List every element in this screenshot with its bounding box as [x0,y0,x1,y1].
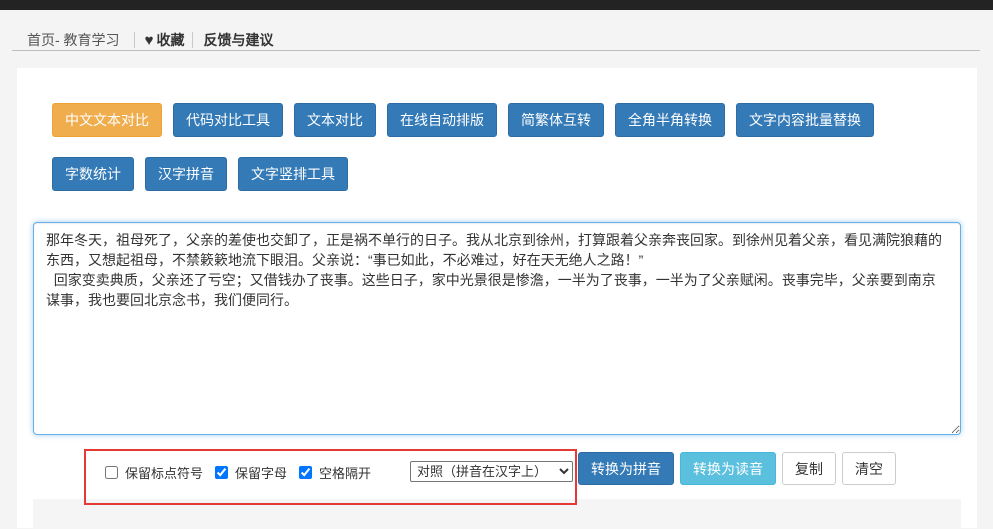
tool-button-simplified-traditional[interactable]: 简繁体互转 [508,103,604,137]
space-separated-label[interactable]: 空格隔开 [319,463,371,482]
convert-to-pinyin-button[interactable]: 转换为拼音 [578,452,674,485]
space-separated-checkbox[interactable] [299,465,313,479]
tool-button-chinese-text-compare[interactable]: 中文文本对比 [52,103,162,137]
keep-punctuation-checkbox[interactable] [105,465,118,479]
tool-button-text-compare[interactable]: 文本对比 [294,103,376,137]
conversion-options: 保留标点符号 保留字母 空格隔开 [105,463,383,481]
favorite-link[interactable]: 收藏 [145,30,185,50]
tool-nav-row-1: 中文文本对比 代码对比工具 文本对比 在线自动排版 简繁体互转 全角半角转换 文… [52,103,885,137]
feedback-link[interactable]: 反馈与建议 [203,30,273,50]
favorite-label: 收藏 [156,32,185,48]
breadcrumb-home-link[interactable]: 首页- 教育学习 [27,30,120,50]
text-input-area[interactable]: 那年冬天，祖母死了，父亲的差使也交卸了，正是祸不单行的日子。我从北京到徐州，打算… [33,222,961,435]
copy-button[interactable]: 复制 [782,452,836,485]
tool-button-word-count[interactable]: 字数统计 [52,157,134,191]
result-area [33,499,961,529]
breadcrumb-separator [192,32,194,48]
heart-icon [145,32,157,49]
clear-button[interactable]: 清空 [842,452,896,485]
breadcrumb-separator [133,32,135,48]
tool-button-full-half-width[interactable]: 全角半角转换 [615,103,725,137]
convert-to-reading-button[interactable]: 转换为读音 [680,452,776,485]
keep-letters-checkbox[interactable] [215,465,229,479]
keep-letters-label[interactable]: 保留字母 [235,463,287,482]
tool-button-code-compare[interactable]: 代码对比工具 [173,103,283,137]
display-mode-select[interactable]: 对照（拼音在汉字上） [410,461,573,482]
breadcrumb: 首页- 教育学习 收藏 反馈与建议 [12,30,980,51]
tool-button-pinyin[interactable]: 汉字拼音 [145,157,227,191]
top-bar [0,0,993,10]
action-buttons: 转换为拼音 转换为读音 复制 清空 [578,452,896,485]
tool-button-batch-replace[interactable]: 文字内容批量替换 [736,103,874,137]
tool-nav-row-2: 字数统计 汉字拼音 文字竖排工具 [52,157,359,191]
tool-button-auto-layout[interactable]: 在线自动排版 [387,103,497,137]
keep-punctuation-label[interactable]: 保留标点符号 [125,463,203,482]
tool-button-vertical-text[interactable]: 文字竖排工具 [238,157,348,191]
